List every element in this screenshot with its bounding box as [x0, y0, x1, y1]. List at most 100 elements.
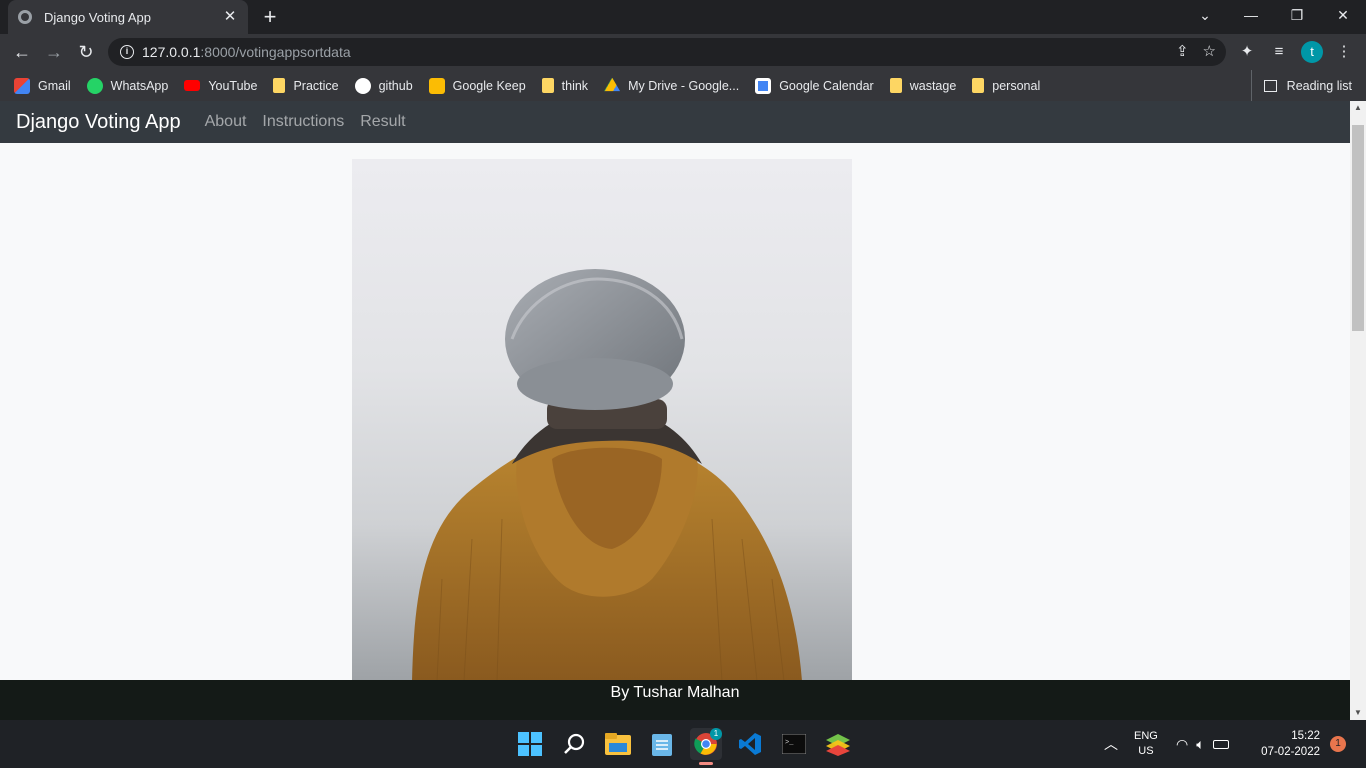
bookmark-label: WhatsApp	[110, 78, 169, 93]
bookmark-label: Google Keep	[452, 78, 526, 93]
clock-date: 07-02-2022	[1261, 746, 1320, 758]
nav-instructions[interactable]: Instructions	[262, 113, 344, 131]
bookmark-youtube[interactable]: YouTube	[176, 72, 265, 100]
bookmark-gmail[interactable]: Gmail	[6, 72, 79, 100]
folder-icon	[273, 78, 286, 93]
bookmark-practice[interactable]: Practice	[265, 72, 346, 100]
scroll-up-arrow-icon[interactable]: ▲	[1350, 101, 1366, 115]
share-icon[interactable]: ⇪	[1176, 42, 1189, 60]
web-page: Django Voting App About Instructions Res…	[0, 101, 1350, 720]
site-info-icon[interactable]: i	[120, 45, 134, 59]
bookmark-google-calendar[interactable]: Google Calendar	[747, 72, 882, 100]
drive-icon	[604, 77, 621, 92]
youtube-icon	[184, 80, 201, 91]
restore-button[interactable]: ❐	[1274, 0, 1320, 30]
active-indicator	[699, 762, 713, 765]
browser-toolbar: ← → ↻ i 127.0.0.1:8000/votingappsortdata…	[0, 34, 1366, 70]
language-code: ENG	[1134, 730, 1158, 742]
reading-list-icon	[1263, 79, 1277, 92]
bookmark-github[interactable]: github	[347, 72, 421, 100]
bookmark-label: Gmail	[38, 78, 71, 93]
bookmarks-bar: Gmail WhatsApp YouTube Practice github G…	[0, 70, 1366, 101]
bookmark-label: github	[378, 78, 413, 93]
browser-tab-strip: Django Voting App ✕ + ⌄ — ❐ ✕	[0, 0, 1366, 34]
menu-icon[interactable]: ⋮	[1333, 41, 1355, 63]
chrome-taskbar-icon[interactable]: 1	[690, 728, 722, 765]
search-icon[interactable]	[558, 728, 590, 760]
bookmark-label: personal	[992, 78, 1041, 93]
terminal-icon[interactable]: >_	[778, 728, 810, 760]
bookmark-wastage[interactable]: wastage	[882, 72, 965, 100]
file-explorer-icon[interactable]	[602, 728, 634, 760]
browser-tab[interactable]: Django Voting App ✕	[8, 0, 248, 34]
notification-center-button[interactable]: 1	[1330, 720, 1346, 768]
region-code: US	[1138, 745, 1154, 757]
windows-taskbar: 1 >_ ︿ ENG US ◠ 🔈︎ 15:22 07-02-2022 1	[0, 720, 1366, 768]
back-button[interactable]: ←	[10, 40, 34, 64]
bookmark-whatsapp[interactable]: WhatsApp	[79, 72, 177, 100]
nav-about[interactable]: About	[205, 113, 247, 131]
keep-icon	[428, 77, 445, 94]
folder-icon	[889, 78, 902, 93]
bookmark-label: wastage	[909, 78, 957, 93]
new-tab-button[interactable]: +	[258, 5, 282, 29]
tab-search-icon[interactable]: ⌄	[1182, 0, 1228, 30]
github-icon	[354, 77, 371, 94]
bookmark-label: Practice	[293, 78, 339, 93]
bookmark-personal[interactable]: personal	[964, 72, 1048, 100]
vscode-icon[interactable]	[734, 728, 766, 760]
chrome-badge: 1	[710, 728, 722, 740]
notification-badge: 1	[1330, 736, 1346, 752]
forward-button[interactable]: →	[42, 40, 66, 64]
bookmark-label: think	[561, 78, 589, 93]
reading-list-button[interactable]: Reading list	[1250, 70, 1366, 101]
reading-list-label: Reading list	[1286, 78, 1352, 93]
url-path: :8000/votingappsortdata	[200, 44, 351, 60]
navbar-brand[interactable]: Django Voting App	[16, 111, 181, 134]
system-status-group[interactable]: ◠ 🔈︎	[1176, 720, 1229, 768]
profile-avatar[interactable]: t	[1301, 41, 1323, 63]
bookmark-label: Google Calendar	[779, 78, 874, 93]
calendar-icon	[755, 77, 772, 94]
bluestacks-icon[interactable]	[822, 728, 854, 760]
clock-time: 15:22	[1291, 730, 1320, 742]
bookmark-think[interactable]: think	[534, 72, 596, 100]
bookmark-google-keep[interactable]: Google Keep	[421, 72, 534, 100]
language-indicator[interactable]: ENG US	[1134, 720, 1158, 768]
address-bar[interactable]: i 127.0.0.1:8000/votingappsortdata ⇪ ☆	[108, 38, 1226, 66]
url-host: 127.0.0.1	[142, 44, 201, 60]
globe-icon	[18, 10, 32, 24]
clock[interactable]: 15:22 07-02-2022	[1252, 720, 1320, 768]
windows-start-icon[interactable]	[514, 728, 546, 760]
wifi-icon: ◠	[1176, 735, 1189, 752]
bookmark-label: YouTube	[208, 78, 258, 93]
notepad-icon[interactable]	[646, 728, 678, 760]
reload-button[interactable]: ↻	[74, 40, 98, 64]
battery-icon	[1212, 739, 1229, 749]
nav-result[interactable]: Result	[360, 113, 405, 131]
show-hidden-icons-button[interactable]: ︿	[1104, 720, 1118, 768]
whatsapp-icon	[86, 77, 103, 94]
folder-icon	[541, 78, 554, 93]
bookmark-star-icon[interactable]: ☆	[1203, 42, 1216, 60]
minimize-button[interactable]: —	[1228, 0, 1274, 30]
close-tab-icon[interactable]: ✕	[222, 9, 238, 25]
scroll-down-arrow-icon[interactable]: ▼	[1350, 706, 1366, 720]
volume-icon: 🔈︎	[1196, 735, 1205, 752]
footer: By Tushar Malhan	[0, 680, 1350, 720]
app-navbar: Django Voting App About Instructions Res…	[0, 101, 1350, 143]
extensions-icon[interactable]: ✦	[1236, 41, 1258, 63]
bookmark-label: My Drive - Google...	[628, 78, 740, 93]
footer-credit: By Tushar Malhan	[610, 684, 740, 701]
close-window-button[interactable]: ✕	[1320, 0, 1366, 30]
bookmark-my-drive[interactable]: My Drive - Google...	[596, 72, 747, 100]
chevron-up-icon: ︿	[1104, 736, 1118, 752]
svg-text:>_: >_	[785, 739, 794, 747]
tab-title: Django Voting App	[44, 9, 151, 25]
hero-photo	[352, 159, 852, 681]
page-scrollbar[interactable]: ▲ ▼	[1350, 101, 1366, 720]
folder-icon	[972, 78, 985, 93]
media-control-icon[interactable]: ≡	[1268, 41, 1290, 63]
gmail-icon	[14, 77, 30, 94]
scrollbar-thumb[interactable]	[1352, 125, 1364, 331]
